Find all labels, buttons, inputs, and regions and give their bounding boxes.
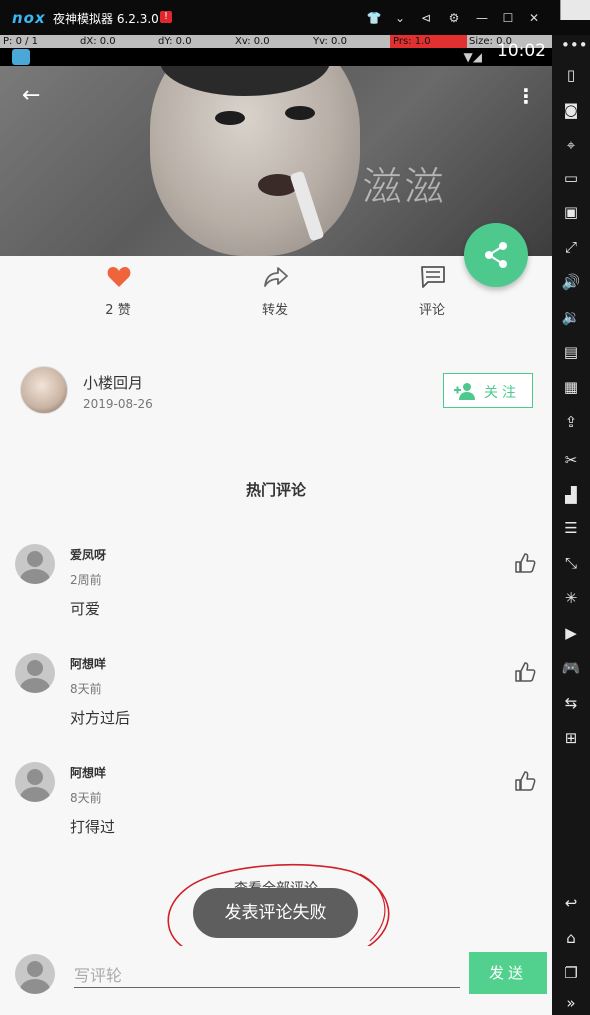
post-date: 2019-08-26 <box>83 397 153 411</box>
android-status-bar: ▼◢ 10:02 <box>0 41 552 66</box>
comment-item: 阿想咩 8天前 打得过 <box>0 762 552 862</box>
comment-author[interactable]: 阿想咩 <box>70 764 106 781</box>
send-button[interactable]: 发送 <box>469 952 547 994</box>
comment-item: 阿想咩 8天前 对方过后 <box>0 653 552 753</box>
default-avatar-icon[interactable] <box>15 762 55 802</box>
pointer-debug-bar: P: 0 / 1 dX: 0.0 dY: 0.0 Xv: 0.0 Yv: 0.0… <box>0 35 552 48</box>
toolbox-icon[interactable]: ▤ <box>561 342 581 362</box>
status-time: 10:02 <box>497 41 546 61</box>
expand-icon[interactable]: » <box>561 993 581 1013</box>
author-name[interactable]: 小楼回月 <box>83 372 143 393</box>
comment-text: 打得过 <box>70 818 116 836</box>
author-avatar[interactable] <box>20 366 68 414</box>
debug-yv: Yv: 0.0 <box>313 36 347 47</box>
default-avatar-icon[interactable] <box>15 544 55 584</box>
fullscreen-icon[interactable]: ⤢ <box>561 237 581 257</box>
close-icon[interactable]: ✕ <box>524 9 544 27</box>
window-corner <box>560 0 590 20</box>
maximize-icon[interactable]: ☐ <box>498 9 518 27</box>
hot-comments-title: 热门评论 <box>245 481 306 499</box>
app-screen: 滋滋 ← ⋮ 2 赞 转发 评论 小楼回月 2019-08-26 关注 热门评论… <box>0 66 552 1015</box>
author-row: 小楼回月 2019-08-26 关注 <box>0 356 552 426</box>
share-arrow-icon <box>264 267 288 287</box>
comment-action[interactable]: 评论 <box>372 256 492 346</box>
comment-text: 对方过后 <box>70 709 131 727</box>
emulator-window: nox 夜神模拟器 6.2.3.0 ! 👕 ⌄ ⊲ ⚙ — ☐ ✕ P: 0 /… <box>0 0 590 1015</box>
cover-caption: 滋滋 <box>362 164 446 211</box>
sync-arrows-icon[interactable]: ⇆ <box>561 693 581 713</box>
debug-dy: dY: 0.0 <box>158 36 192 47</box>
like-action[interactable]: 2 赞 <box>58 256 178 346</box>
android-recents-icon[interactable]: ❐ <box>561 963 581 983</box>
scale-icon[interactable]: ⤡ <box>561 553 581 573</box>
comment-time: 2周前 <box>70 573 102 587</box>
like-count: 2 赞 <box>105 303 131 318</box>
repost-label: 转发 <box>261 303 288 318</box>
android-back-icon[interactable]: ↩ <box>561 893 581 913</box>
signal-icon: ▼◢ <box>463 50 482 64</box>
default-avatar-icon <box>15 954 55 994</box>
chevron-down-icon[interactable]: ⌄ <box>390 9 410 27</box>
thumbs-up-icon[interactable] <box>514 770 536 792</box>
multi-instance-icon[interactable]: ▦ <box>561 377 581 397</box>
warning-icon[interactable]: ! <box>160 11 172 23</box>
comment-label: 评论 <box>418 303 445 318</box>
comment-author[interactable]: 爱凤呀 <box>70 546 106 563</box>
android-home-icon[interactable]: ⌂ <box>561 928 581 948</box>
thumbs-up-icon[interactable] <box>514 552 536 574</box>
add-box-icon[interactable]: ⊞ <box>561 728 581 748</box>
comment-author[interactable]: 阿想咩 <box>70 655 106 672</box>
debug-dx: dX: 0.0 <box>80 36 116 47</box>
emulator-title-bar: nox 夜神模拟器 6.2.3.0 ! 👕 ⌄ ⊲ ⚙ — ☐ ✕ <box>0 0 590 35</box>
comment-text: 可爱 <box>70 600 101 618</box>
rotate-phone-icon[interactable]: ▯ <box>561 65 581 85</box>
screenshot-icon[interactable]: ▣ <box>561 202 581 222</box>
comment-input-bar: 写评轮 发送 <box>0 946 552 1015</box>
nox-logo: nox <box>12 9 46 27</box>
comment-time: 8天前 <box>70 791 102 805</box>
comment-item: 爱凤呀 2周前 可爱 <box>0 544 552 644</box>
comment-icon <box>421 266 445 288</box>
gamepad-icon[interactable]: 🎮 <box>561 658 581 678</box>
emulator-sidebar: ••• ▯ ◙ ⌖ ▭ ▣ ⤢ 🔊 🔉 ▤ ▦ ⇪ ✂ ▟ ☰ ⤡ ✳ ▶ 🎮 … <box>552 35 590 1015</box>
post-actions: 2 赞 转发 评论 <box>0 256 552 346</box>
follow-label: 关注 <box>484 385 520 401</box>
screen-icon[interactable]: ▭ <box>561 168 581 188</box>
comment-time: 8天前 <box>70 682 102 696</box>
cover-eye <box>285 106 315 120</box>
add-person-icon <box>454 383 475 400</box>
comment-input[interactable]: 写评轮 <box>74 958 460 988</box>
menu-lines-icon[interactable]: ☰ <box>561 518 581 538</box>
pin-icon[interactable]: ⊲ <box>416 9 436 27</box>
heart-icon <box>107 267 131 287</box>
location-icon[interactable]: ⌖ <box>561 135 581 155</box>
debug-prs: Prs: 1.0 <box>390 35 467 48</box>
robot-icon[interactable]: ◙ <box>561 100 581 120</box>
volume-up-icon[interactable]: 🔊 <box>561 272 581 292</box>
thumbs-up-icon[interactable] <box>514 661 536 683</box>
cover-eye <box>215 111 245 125</box>
minimize-icon[interactable]: — <box>472 9 492 27</box>
emulator-title: 夜神模拟器 6.2.3.0 <box>53 12 159 26</box>
debug-p: P: 0 / 1 <box>3 36 39 47</box>
files-icon[interactable]: ▟ <box>561 485 581 505</box>
shirt-icon[interactable]: 👕 <box>364 9 384 27</box>
back-arrow-icon[interactable]: ← <box>22 84 46 108</box>
repost-action[interactable]: 转发 <box>215 256 335 346</box>
default-avatar-icon[interactable] <box>15 653 55 693</box>
follow-button[interactable]: 关注 <box>443 373 533 408</box>
app-notification-icon <box>12 49 30 65</box>
gear-icon[interactable]: ⚙ <box>444 9 464 27</box>
scissors-icon[interactable]: ✂ <box>561 450 581 470</box>
more-vert-icon[interactable]: ⋮ <box>516 84 536 108</box>
loading-icon[interactable]: ✳ <box>561 588 581 608</box>
apk-install-icon[interactable]: ⇪ <box>561 412 581 432</box>
more-dots-icon[interactable]: ••• <box>561 35 588 55</box>
video-record-icon[interactable]: ▶ <box>561 623 581 643</box>
debug-xv: Xv: 0.0 <box>235 36 270 47</box>
volume-down-icon[interactable]: 🔉 <box>561 307 581 327</box>
